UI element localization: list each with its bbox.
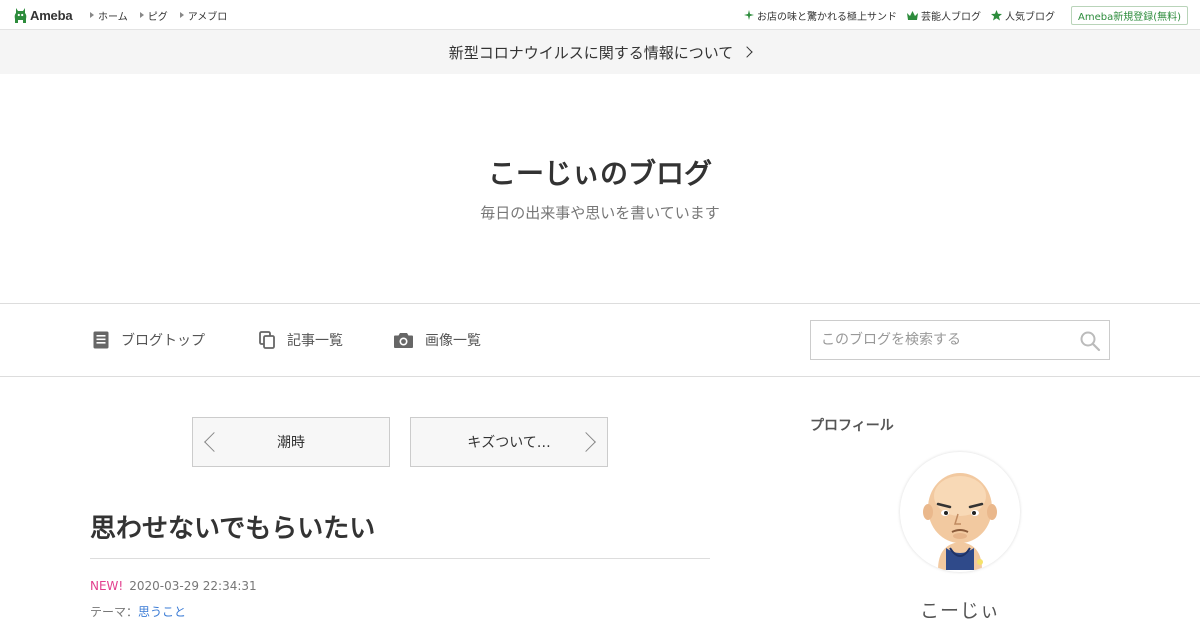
- new-badge: NEW!: [90, 579, 124, 593]
- search-icon[interactable]: [1079, 330, 1101, 352]
- avatar-image: [923, 473, 997, 570]
- theme-label: テーマ：: [90, 605, 139, 619]
- blog-search-box: [810, 320, 1110, 360]
- camera-icon: [394, 333, 413, 348]
- ameba-mascot-icon: [14, 8, 27, 23]
- chevron-left-icon: [204, 432, 224, 452]
- nav-blog-top[interactable]: ブログトップ: [93, 328, 205, 352]
- ameba-logo[interactable]: Ameba: [13, 6, 73, 24]
- entry-theme: テーマ：思うこと: [90, 603, 186, 620]
- blog-title[interactable]: こーじぃのブログ: [0, 152, 1200, 192]
- document-icon: [93, 331, 109, 349]
- crown-icon: [906, 10, 918, 20]
- covid-notice-banner[interactable]: 新型コロナウイルスに関する情報について: [0, 30, 1200, 74]
- theme-link[interactable]: 思うこと: [138, 605, 186, 619]
- sparkle-icon: [743, 10, 754, 20]
- logo-text: Ameba: [30, 7, 73, 23]
- profile-heading: プロフィール: [810, 418, 894, 434]
- entry-meta: NEW! 2020-03-29 22:34:31: [90, 579, 257, 593]
- blog-description: 毎日の出来事や思いを書いています: [480, 204, 720, 222]
- triangle-right-icon: [179, 12, 184, 18]
- divider: [90, 558, 710, 559]
- avatar[interactable]: [900, 452, 1020, 572]
- entry-title[interactable]: 思わせないでもらいたい: [90, 508, 375, 545]
- triangle-right-icon: [90, 12, 94, 18]
- nav-link-home[interactable]: ホーム: [90, 8, 128, 23]
- profile-name[interactable]: こーじぃ: [810, 596, 1110, 623]
- nav-link-celebrity-blog[interactable]: 芸能人ブログ: [906, 8, 981, 23]
- nav-entry-list[interactable]: 記事一覧: [259, 328, 343, 352]
- global-nav-left: ホーム ピグ アメブロ: [90, 0, 239, 30]
- chevron-right-icon: [741, 46, 753, 58]
- prev-entry-button[interactable]: 潮時: [192, 417, 390, 467]
- nav-link-sandwich[interactable]: お店の味と驚かれる極上サンド: [743, 8, 897, 23]
- global-header: Ameba ホーム ピグ アメブロ お店の味と驚かれる極上サンド 芸能人ブログ …: [0, 0, 1200, 30]
- next-entry-button[interactable]: キズついて…: [410, 417, 608, 467]
- nav-link-pigg[interactable]: ピグ: [139, 8, 168, 23]
- star-icon: [990, 9, 1002, 20]
- copy-icon: [259, 331, 275, 349]
- nav-image-list[interactable]: 画像一覧: [394, 328, 481, 352]
- global-nav-right: お店の味と驚かれる極上サンド 芸能人ブログ 人気ブログ Ameba新規登録(無料…: [734, 0, 1188, 30]
- notice-text: 新型コロナウイルスに関する情報について: [448, 43, 734, 62]
- register-button[interactable]: Ameba新規登録(無料): [1070, 5, 1188, 25]
- nav-link-popular-blog[interactable]: 人気ブログ: [990, 8, 1055, 23]
- blog-nav-bar: ブログトップ 記事一覧 画像一覧: [0, 303, 1200, 377]
- nav-link-ameblo[interactable]: アメブロ: [179, 8, 227, 23]
- search-input[interactable]: [811, 321, 1071, 359]
- triangle-right-icon: [139, 12, 144, 18]
- entry-datetime: 2020-03-29 22:34:31: [129, 579, 257, 593]
- chevron-right-icon: [576, 432, 596, 452]
